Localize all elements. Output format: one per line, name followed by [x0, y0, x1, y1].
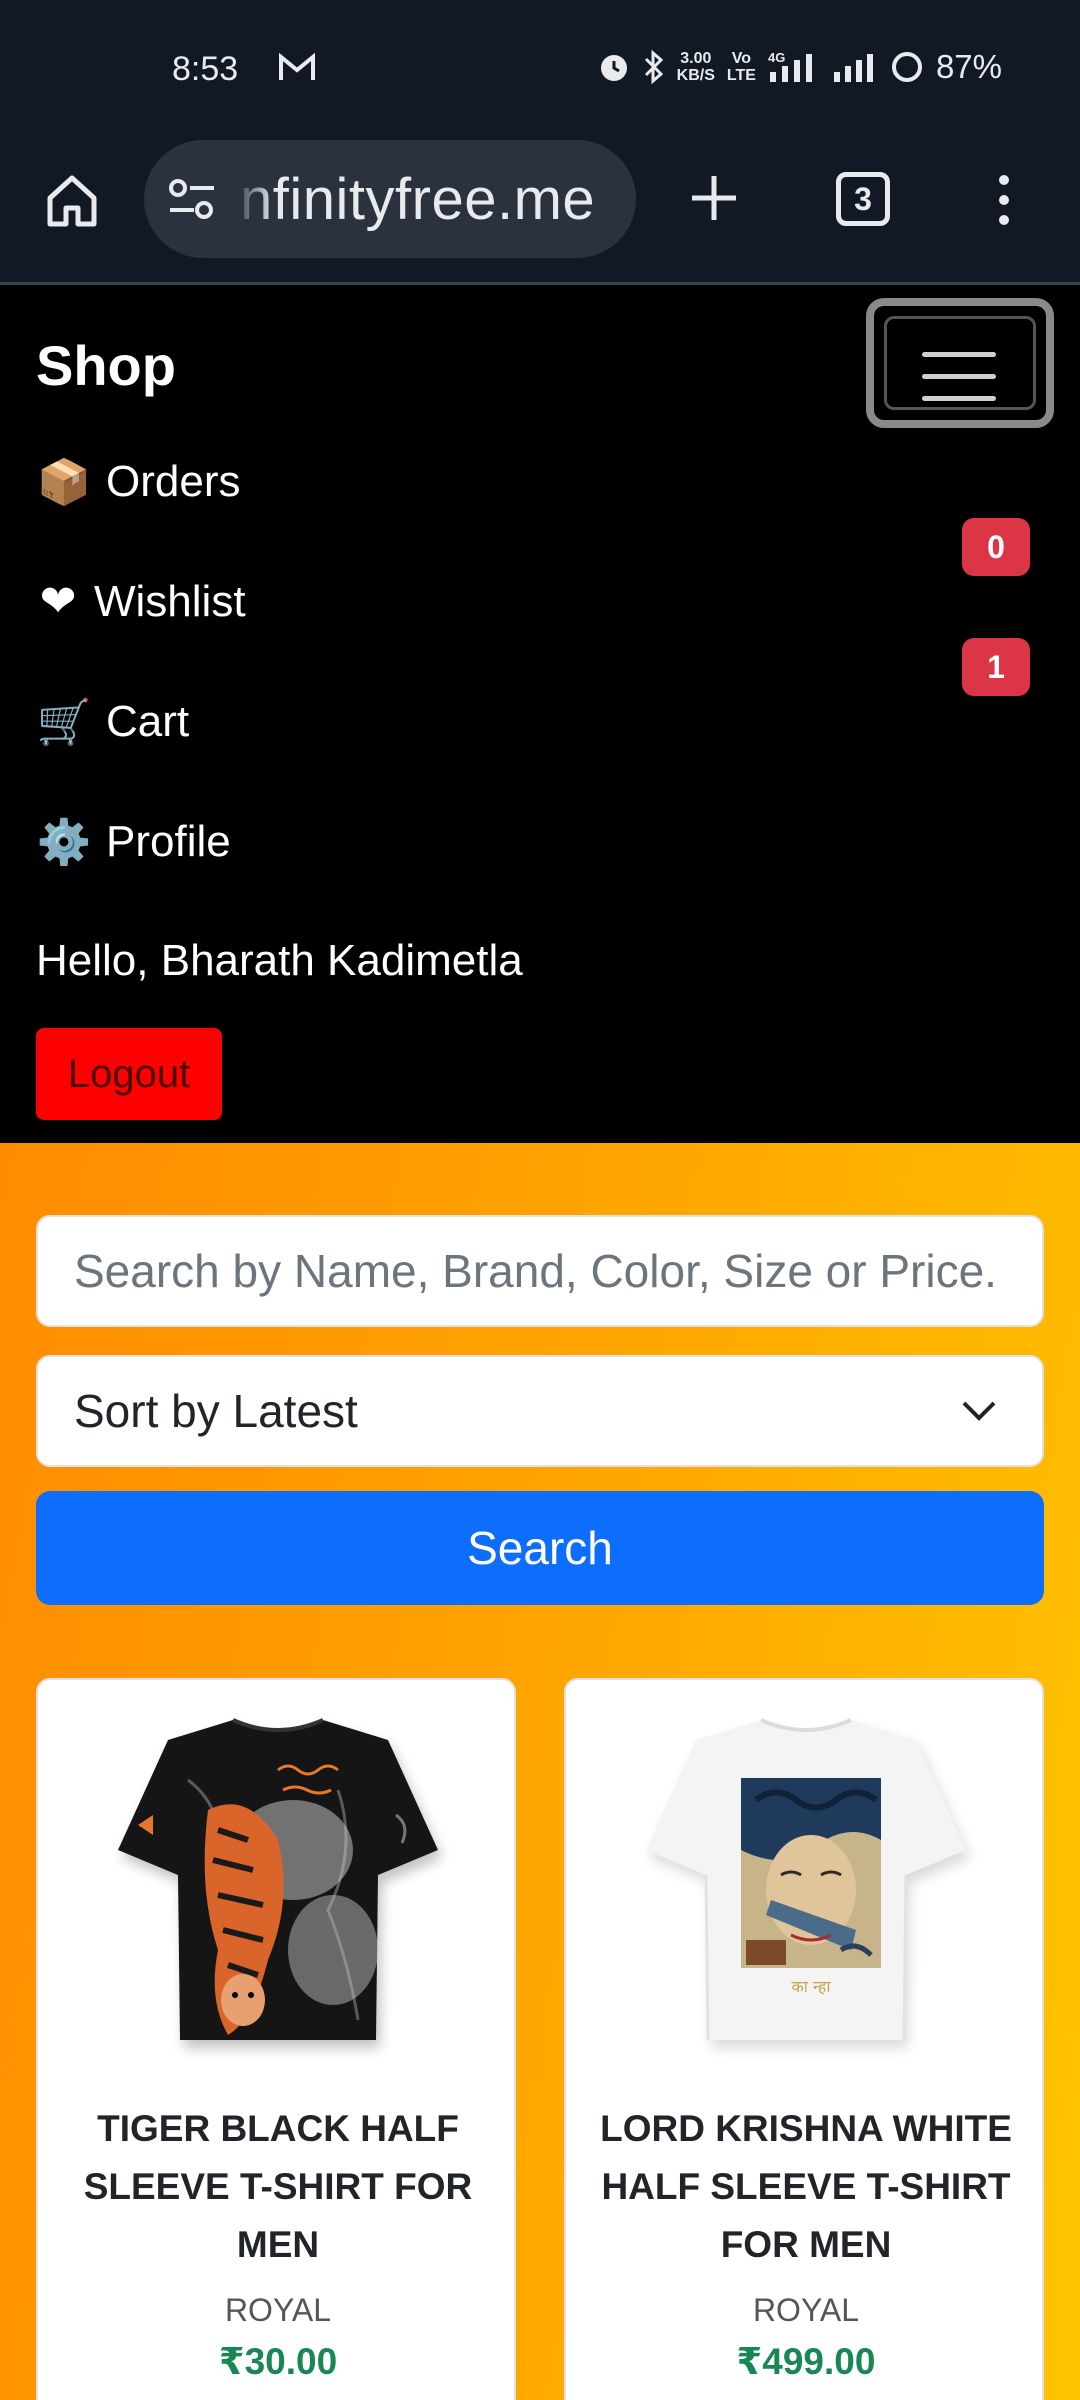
battery-level: 87% [935, 48, 1002, 85]
nav-label-cart: Cart [106, 697, 190, 746]
volte-indicator: Vo LTE [726, 50, 756, 84]
package-icon: 📦 [36, 458, 92, 507]
status-bar: 8:53 3.00 KB/S Vo LTE 4G 87% [0, 0, 1080, 140]
search-input[interactable] [36, 1215, 1044, 1327]
tab-switcher-button[interactable]: 3 [836, 172, 890, 226]
main-content: Sort by Latest Search [0, 1143, 1080, 2400]
logout-button[interactable]: Logout [36, 1028, 222, 1120]
signal-icon [833, 54, 873, 82]
site-settings-icon[interactable] [168, 178, 216, 220]
net-speed: 3.00 KB/S [676, 50, 715, 84]
sort-select[interactable]: Sort by Latest [36, 1355, 1044, 1467]
alarm-icon [600, 55, 627, 81]
nav-link-profile[interactable]: ⚙️ Profile [36, 816, 231, 868]
nav-link-wishlist[interactable]: ❤ Wishlist [36, 576, 246, 627]
address-bar[interactable]: nfinityfree.me [144, 140, 636, 258]
nav-label-profile: Profile [106, 817, 231, 866]
product-price: ₹30.00 [218, 2341, 338, 2382]
brand-logo[interactable]: Shop [36, 333, 176, 398]
nav-link-orders[interactable]: 📦 Orders [36, 456, 241, 508]
krishna-tshirt-image[interactable]: का न्हा [606, 1700, 1006, 2080]
signal-4g-icon: 4G [768, 50, 812, 82]
home-icon[interactable] [42, 170, 102, 230]
shop-navbar: Shop 📦 Orders ❤ Wishlist 🛒 Cart ⚙️ Profi… [0, 288, 1080, 1143]
product-brand: ROYAL [752, 2292, 860, 2328]
gmail-icon [279, 52, 315, 80]
product-card[interactable]: का न्हा LORD KRISHNA WHITE HALF SLEEVE T… [564, 1678, 1044, 2400]
new-tab-icon[interactable] [684, 168, 744, 228]
cart-count-badge: 1 [962, 638, 1030, 696]
heart-icon: ❤ [39, 577, 77, 626]
status-icons: 3.00 KB/S Vo LTE 4G 87% [597, 48, 1002, 86]
sort-selected-value: Sort by Latest [74, 1385, 358, 1437]
product-title[interactable]: TIGER BLACK HALF SLEEVE T-SHIRT FOR MEN [68, 2100, 488, 2274]
url-text[interactable]: nfinityfree.me [240, 166, 595, 233]
browser-toolbar: nfinityfree.me 3 [0, 140, 1080, 285]
svg-text:का न्हा: का न्हा [792, 1977, 832, 1996]
battery-icon [891, 52, 922, 82]
wishlist-count-badge: 0 [962, 518, 1030, 576]
chevron-down-icon [962, 1401, 996, 1421]
gear-icon: ⚙️ [36, 818, 92, 867]
navbar-toggler-button[interactable] [866, 298, 1054, 428]
more-menu-icon[interactable] [992, 170, 1016, 230]
nav-link-cart[interactable]: 🛒 Cart [36, 696, 190, 748]
cart-icon: 🛒 [36, 698, 92, 747]
product-price: ₹499.00 [736, 2341, 876, 2382]
product-title[interactable]: LORD KRISHNA WHITE HALF SLEEVE T-SHIRT F… [596, 2100, 1016, 2274]
product-brand: ROYAL [224, 2292, 332, 2328]
svg-text:4G: 4G [768, 50, 785, 65]
tiger-tshirt-image[interactable] [78, 1700, 478, 2080]
nav-label-wishlist: Wishlist [94, 576, 246, 626]
nav-label-orders: Orders [106, 457, 241, 506]
product-card[interactable]: TIGER BLACK HALF SLEEVE T-SHIRT FOR MEN … [36, 1678, 516, 2400]
status-time: 8:53 [172, 50, 239, 88]
bluetooth-icon [644, 50, 663, 84]
search-button[interactable]: Search [36, 1491, 1044, 1605]
user-greeting: Hello, Bharath Kadimetla [36, 936, 523, 985]
url-fade [234, 140, 274, 258]
